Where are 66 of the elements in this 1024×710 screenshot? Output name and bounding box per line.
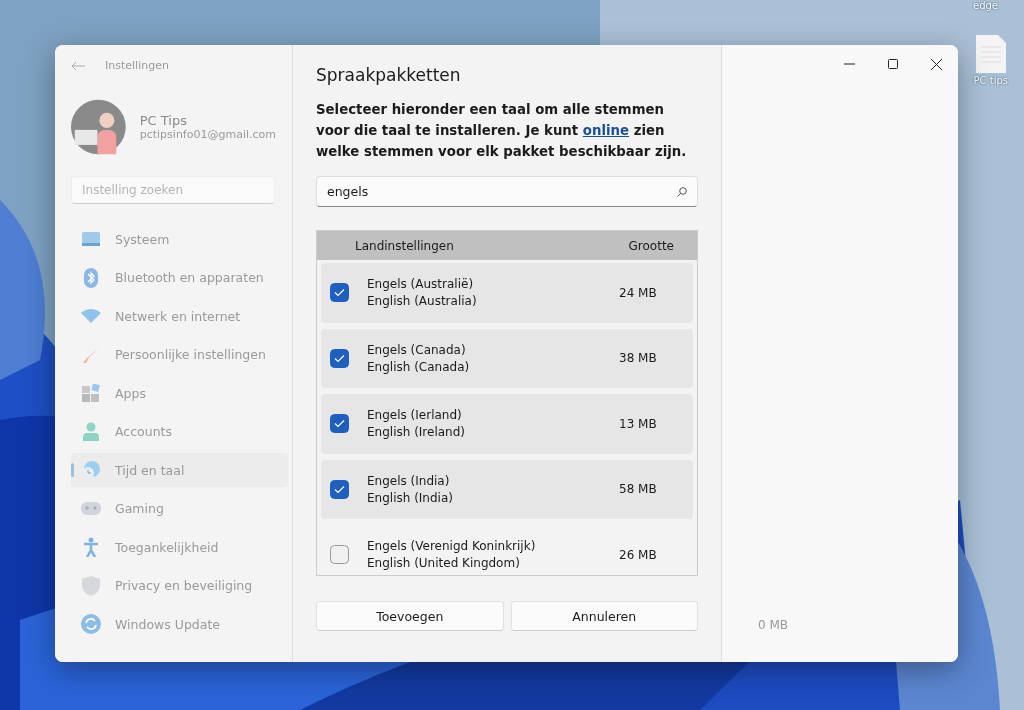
language-name: Engels (India) — [367, 473, 451, 488]
brush-icon — [82, 345, 100, 364]
total-size: 0 MB — [757, 618, 790, 632]
sidebar-item[interactable]: Tijd en taal — [71, 453, 288, 487]
accessibility-icon — [83, 537, 99, 557]
maximize-icon[interactable] — [888, 59, 898, 69]
person-icon — [83, 422, 99, 441]
language-name: Engels (Ierland) — [367, 408, 463, 423]
language-name-english: English (Australia) — [367, 294, 478, 309]
sidebar-item[interactable]: Systeem — [71, 222, 288, 256]
size-cell-text: 58 MB — [619, 482, 658, 497]
sidebar-item[interactable]: Gaming — [71, 491, 288, 526]
language-row[interactable]: Engels (India) English (India) 58 MB — [321, 459, 693, 519]
sidebar-item[interactable]: Netwerk en internet — [71, 299, 288, 333]
close-icon[interactable] — [931, 58, 942, 70]
language-name-english: English (Canada) — [367, 359, 471, 374]
wifi-icon — [81, 309, 101, 323]
search-field[interactable]: Instelling zoeken — [71, 176, 275, 204]
profile-email: pctipsinfo01@gmail.com — [139, 128, 276, 141]
language-name: Engels (Canada) — [367, 342, 467, 357]
desktop-icon-label[interactable]: edge — [973, 0, 998, 11]
language-row[interactable]: Engels (Canada) English (Canada) 38 MB — [321, 328, 693, 388]
dialog-button[interactable]: Annuleren — [510, 601, 698, 631]
size-cell-text: 24 MB — [619, 285, 658, 300]
gamepad-icon — [81, 502, 101, 515]
column-header: Landinstellingen — [355, 238, 454, 253]
checkbox[interactable] — [330, 414, 349, 434]
monitor-icon — [82, 232, 100, 246]
language-row[interactable]: Engels (Verenigd Koninkrijk) English (United Kingdom) 26 MB — [321, 525, 693, 575]
language-name-english: English (United Kingdom) — [367, 556, 521, 571]
language-name-english: English (India) — [367, 490, 454, 505]
language-row[interactable]: Engels (Ierland) English (Ireland) 13 MB — [321, 394, 693, 454]
size-cell-text: 38 MB — [619, 351, 658, 366]
apps-icon — [82, 384, 100, 402]
avatar — [71, 98, 126, 156]
language-name: Engels (Australië) — [367, 277, 475, 292]
size-cell-text: 26 MB — [619, 547, 658, 562]
bluetooth-icon — [84, 267, 98, 288]
language-name-english: English (Ireland) — [367, 425, 466, 440]
desktop-icon-label[interactable]: PC tips — [973, 75, 1008, 86]
column-header: Grootte — [628, 238, 674, 253]
search-icon[interactable] — [677, 186, 687, 197]
language-row[interactable]: Engels (Australië) English (Australia) 24 MB — [321, 263, 693, 323]
checkbox[interactable] — [330, 479, 349, 499]
dialog-button[interactable]: Toevoegen — [316, 601, 504, 631]
sidebar-item[interactable]: Toegankelijkheid — [71, 530, 288, 564]
search-field[interactable]: engels — [316, 176, 698, 207]
size-cell-text: 13 MB — [619, 416, 658, 431]
sidebar-item[interactable]: Persoonlijke instellingen — [71, 337, 288, 372]
profile-name: PC Tips — [139, 113, 188, 128]
sync-icon — [81, 614, 101, 634]
checkbox[interactable] — [330, 348, 349, 368]
dialog-title: Spraakpakketten — [316, 65, 462, 85]
checkbox[interactable] — [330, 545, 349, 565]
dialog-description: Selecteer hieronder een taal om alle stemmen voor die taal te installeren. Je kunt online zien welke stemmen voor elk pakket beschikbaar zijn. — [316, 101, 688, 161]
globe-clock-icon — [81, 460, 101, 480]
sidebar-item[interactable]: Accounts — [71, 414, 288, 449]
sidebar-item[interactable]: Windows Update — [71, 607, 288, 641]
sidebar-item[interactable]: Bluetooth en apparaten — [71, 260, 288, 295]
checkbox[interactable] — [330, 283, 349, 303]
sidebar-item[interactable]: Apps — [71, 376, 288, 410]
shield-icon — [82, 575, 100, 596]
language-name: Engels (Verenigd Koninkrijk) — [367, 539, 537, 554]
window-title: Instellingen — [105, 59, 169, 72]
online-link[interactable]: online — [582, 123, 630, 138]
sidebar-item[interactable]: Privacy en beveiliging — [71, 568, 288, 603]
